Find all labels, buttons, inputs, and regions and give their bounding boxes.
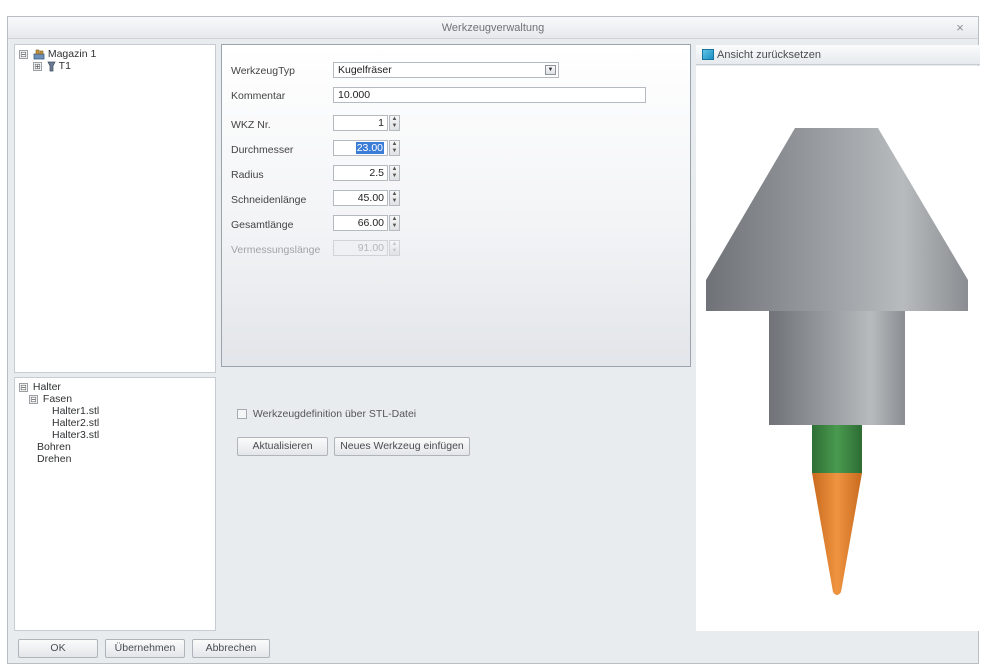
magazine-tree-panel: ⊟ Magazin 1 ⊞ T1 bbox=[14, 44, 216, 373]
label-wkz-nr: WKZ Nr. bbox=[231, 119, 271, 131]
tree-label-t1: T1 bbox=[58, 60, 71, 72]
label-durchmesser: Durchmesser bbox=[231, 144, 294, 156]
uebernehmen-button[interactable]: Übernehmen bbox=[105, 639, 185, 658]
holder-cone bbox=[706, 128, 968, 311]
collapse-icon[interactable]: ⊟ bbox=[19, 49, 28, 59]
vermessungslaenge-value: 91.00 bbox=[333, 240, 388, 256]
stl-definition-checkbox-row[interactable]: Werkzeugdefinition über STL-Datei bbox=[237, 408, 416, 420]
tool-3d-model bbox=[706, 128, 968, 595]
spin-buttons[interactable]: ▲ ▼ bbox=[389, 140, 400, 156]
stl-definition-checkbox[interactable] bbox=[237, 409, 247, 420]
spin-buttons[interactable]: ▲ ▼ bbox=[389, 190, 400, 206]
kommentar-field[interactable]: 10.000 bbox=[333, 87, 646, 103]
tree-label-drehen: Drehen bbox=[37, 453, 72, 465]
title-bar: Werkzeugverwaltung × bbox=[8, 17, 978, 39]
cube-icon bbox=[702, 49, 714, 60]
tool-parameter-form: WerkzeugTyp Kugelfräser ▼ Kommentar 10.0… bbox=[221, 44, 691, 367]
durchmesser-value[interactable]: 23.00 bbox=[333, 140, 388, 156]
tool-icon bbox=[47, 61, 56, 72]
tree-node-magazine[interactable]: ⊟ Magazin 1 bbox=[19, 48, 211, 60]
tree-node-t1[interactable]: ⊞ T1 bbox=[19, 60, 211, 72]
label-kommentar: Kommentar bbox=[231, 90, 286, 102]
window-title: Werkzeugverwaltung bbox=[441, 22, 545, 34]
tree-node-bohren[interactable]: Bohren bbox=[19, 441, 211, 453]
gesamtlaenge-value[interactable]: 66.00 bbox=[333, 215, 388, 231]
wkz-nr-value[interactable]: 1 bbox=[333, 115, 388, 131]
spin-buttons[interactable]: ▲ ▼ bbox=[389, 115, 400, 131]
tree-label-bohren: Bohren bbox=[37, 441, 71, 453]
werkzeugtyp-value: Kugelfräser bbox=[338, 64, 392, 76]
gesamtlaenge-stepper[interactable]: 66.00 ▲ ▼ bbox=[333, 215, 400, 231]
tree-label-fasen: Fasen bbox=[42, 393, 73, 405]
label-gesamtlaenge: Gesamtlänge bbox=[231, 219, 294, 231]
ok-button[interactable]: OK bbox=[18, 639, 98, 658]
tree-label-magazine: Magazin 1 bbox=[47, 48, 97, 60]
werkzeugtyp-select[interactable]: Kugelfräser ▼ bbox=[333, 62, 559, 78]
neues-werkzeug-button[interactable]: Neues Werkzeug einfügen bbox=[334, 437, 470, 456]
tree-node-halter2[interactable]: Halter2.stl bbox=[19, 417, 211, 429]
tree-label-halter3: Halter3.stl bbox=[52, 429, 100, 441]
stl-definition-label: Werkzeugdefinition über STL-Datei bbox=[252, 408, 417, 420]
schneidenlaenge-value[interactable]: 45.00 bbox=[333, 190, 388, 206]
label-schneidenlaenge: Schneidenlänge bbox=[231, 194, 307, 206]
tree-label-halter2: Halter2.stl bbox=[52, 417, 100, 429]
tool-shank bbox=[812, 425, 862, 473]
wkz-nr-stepper[interactable]: 1 ▲ ▼ bbox=[333, 115, 400, 131]
reset-view-label: Ansicht zurücksetzen bbox=[717, 49, 821, 61]
spin-buttons[interactable]: ▲ ▼ bbox=[389, 165, 400, 181]
collapse-icon[interactable]: ⊟ bbox=[19, 382, 28, 392]
abbrechen-button[interactable]: Abbrechen bbox=[192, 639, 270, 658]
label-werkzeugtyp: WerkzeugTyp bbox=[231, 65, 295, 77]
expand-icon[interactable]: ⊞ bbox=[33, 61, 42, 71]
aktualisieren-button[interactable]: Aktualisieren bbox=[237, 437, 328, 456]
tree-label-halter: Halter bbox=[32, 381, 61, 393]
schneidenlaenge-stepper[interactable]: 45.00 ▲ ▼ bbox=[333, 190, 400, 206]
magazine-icon bbox=[33, 49, 45, 60]
tool-3d-viewport[interactable] bbox=[696, 66, 980, 631]
dropdown-arrow-icon[interactable]: ▼ bbox=[545, 65, 556, 75]
radius-stepper[interactable]: 2.5 ▲ ▼ bbox=[333, 165, 400, 181]
label-radius: Radius bbox=[231, 169, 264, 181]
holder-cylinder bbox=[769, 311, 905, 425]
tool-cutter bbox=[812, 473, 862, 595]
reset-view-button[interactable]: Ansicht zurücksetzen bbox=[696, 45, 980, 65]
durchmesser-stepper[interactable]: 23.00 ▲ ▼ bbox=[333, 140, 400, 156]
holder-tree-panel: ⊟ Halter ⊟ Fasen Halter1.stl Halter2.stl… bbox=[14, 377, 216, 631]
tree-node-halter3[interactable]: Halter3.stl bbox=[19, 429, 211, 441]
tree-node-fasen[interactable]: ⊟ Fasen bbox=[19, 393, 211, 405]
tool-management-window: Werkzeugverwaltung × ⊟ Magazin 1 ⊞ T1 ⊟ … bbox=[7, 16, 980, 664]
tree-node-halter[interactable]: ⊟ Halter bbox=[19, 381, 211, 393]
tree-node-drehen[interactable]: Drehen bbox=[19, 453, 211, 465]
close-icon[interactable]: × bbox=[952, 17, 968, 39]
spin-buttons: ▲ ▼ bbox=[389, 240, 400, 256]
radius-value[interactable]: 2.5 bbox=[333, 165, 388, 181]
spin-buttons[interactable]: ▲ ▼ bbox=[389, 215, 400, 231]
vermessungslaenge-stepper: 91.00 ▲ ▼ bbox=[333, 240, 400, 256]
tree-label-halter1: Halter1.stl bbox=[52, 405, 100, 417]
label-vermessungslaenge: Vermessungslänge bbox=[231, 244, 321, 256]
tree-node-halter1[interactable]: Halter1.stl bbox=[19, 405, 211, 417]
collapse-icon[interactable]: ⊟ bbox=[29, 394, 38, 404]
